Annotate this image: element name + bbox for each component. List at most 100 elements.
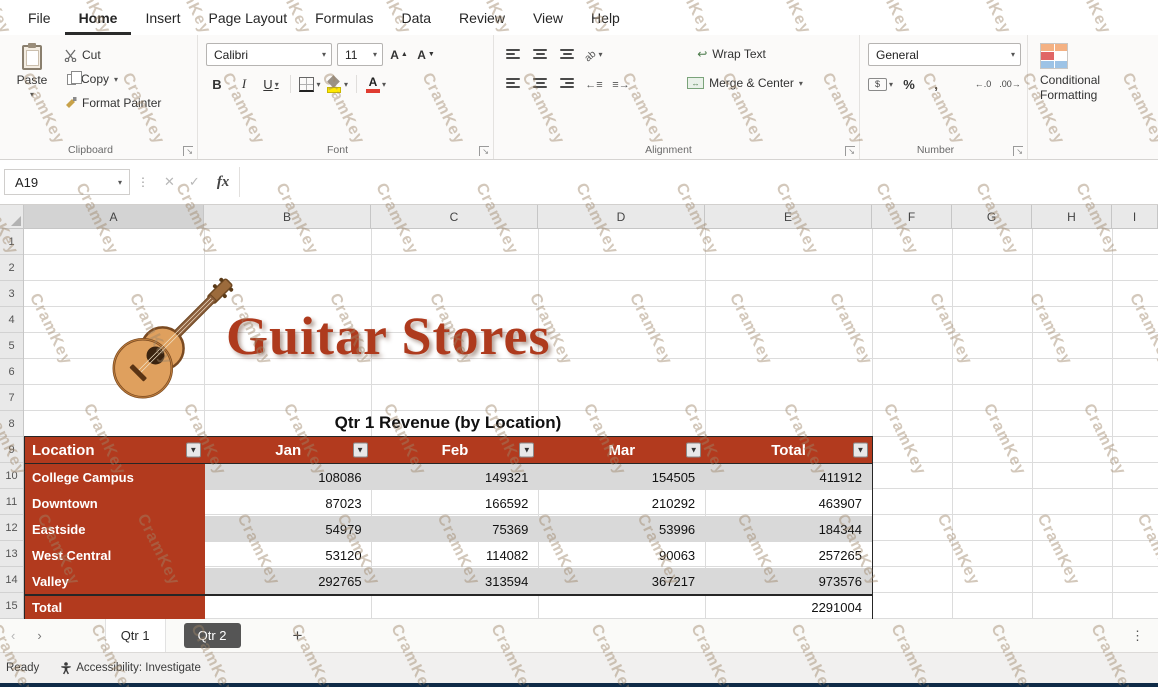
merge-center-button[interactable]: ↔ Merge & Center ▾ xyxy=(687,76,803,90)
cell-location[interactable]: Downtown xyxy=(25,490,205,516)
format-painter-button[interactable]: Format Painter xyxy=(64,93,161,113)
cut-button[interactable]: Cut xyxy=(64,45,161,65)
cell-location[interactable]: Eastside xyxy=(25,516,205,542)
cell-feb[interactable]: 75369 xyxy=(372,516,539,542)
select-all-corner[interactable] xyxy=(0,205,24,229)
row-header-8[interactable]: 8 xyxy=(0,411,23,437)
cell-jan[interactable]: 53120 xyxy=(205,542,372,568)
copy-button[interactable]: Copy ▾ xyxy=(64,69,161,89)
row-header-4[interactable]: 4 xyxy=(0,307,23,333)
cell-jan[interactable] xyxy=(205,596,372,619)
row-header-15[interactable]: 15 xyxy=(0,593,23,619)
cell-mar[interactable]: 210292 xyxy=(538,490,705,516)
header-feb[interactable]: Feb▼ xyxy=(372,437,539,463)
header-jan[interactable]: Jan▼ xyxy=(205,437,372,463)
tab-insert[interactable]: Insert xyxy=(131,0,194,35)
row-header-10[interactable]: 10 xyxy=(0,463,23,489)
formula-input[interactable] xyxy=(239,167,1158,197)
cell-feb[interactable] xyxy=(372,596,539,619)
font-size-combo[interactable]: 11 ▾ xyxy=(337,43,383,66)
underline-button[interactable]: U▾ xyxy=(260,73,282,95)
column-header-e[interactable]: E xyxy=(705,205,872,228)
column-header-d[interactable]: D xyxy=(538,205,705,228)
sheet-tab-qtr1[interactable]: Qtr 1 xyxy=(105,619,166,652)
tab-view[interactable]: View xyxy=(519,0,577,35)
column-header-f[interactable]: F xyxy=(872,205,952,228)
cancel-icon[interactable]: ✕ xyxy=(157,174,182,190)
filter-dropdown-icon[interactable]: ▼ xyxy=(353,443,368,458)
cell-feb[interactable]: 166592 xyxy=(372,490,539,516)
row-header-3[interactable]: 3 xyxy=(0,281,23,307)
cell-mar[interactable] xyxy=(538,596,705,619)
alignment-dialog-launcher[interactable]: ↘ xyxy=(845,146,855,156)
align-left-button[interactable] xyxy=(502,72,524,94)
sheet-tab-qtr2[interactable]: Qtr 2 xyxy=(184,623,241,648)
cell-total[interactable]: 411912 xyxy=(705,464,872,490)
orientation-button[interactable]: ▾ xyxy=(583,43,605,65)
align-right-button[interactable] xyxy=(556,72,578,94)
cell-total[interactable]: 973576 xyxy=(705,568,872,594)
row-header-5[interactable]: 5 xyxy=(0,333,23,359)
cell-location[interactable]: West Central xyxy=(25,542,205,568)
cell-mar[interactable]: 367217 xyxy=(538,568,705,594)
wrap-text-button[interactable]: Wrap Text xyxy=(697,47,766,61)
column-header-g[interactable]: G xyxy=(952,205,1032,228)
row-header-6[interactable]: 6 xyxy=(0,359,23,385)
header-location[interactable]: Location▼ xyxy=(25,437,205,463)
cell-jan[interactable]: 292765 xyxy=(205,568,372,594)
cell-feb[interactable]: 114082 xyxy=(372,542,539,568)
top-align-button[interactable] xyxy=(502,43,524,65)
font-color-button[interactable]: A▾ xyxy=(365,73,387,95)
filter-dropdown-icon[interactable]: ▼ xyxy=(686,443,701,458)
row-header-9[interactable]: 9 xyxy=(0,437,23,463)
conditional-formatting-button[interactable]: Conditional Formatting xyxy=(1040,43,1118,103)
font-name-combo[interactable]: Calibri ▾ xyxy=(206,43,332,66)
column-header-i[interactable]: I xyxy=(1112,205,1158,228)
name-box[interactable]: A19 ▾ xyxy=(4,169,130,195)
cell-location[interactable]: College Campus xyxy=(25,464,205,490)
cell-jan[interactable]: 87023 xyxy=(205,490,372,516)
bottom-align-button[interactable] xyxy=(556,43,578,65)
cell-jan[interactable]: 108086 xyxy=(205,464,372,490)
cell-total[interactable]: 184344 xyxy=(705,516,872,542)
cell-jan[interactable]: 54979 xyxy=(205,516,372,542)
cells-area[interactable]: Guitar Stores Qtr 1 Revenue (by Location… xyxy=(24,229,1158,619)
column-header-a[interactable]: A xyxy=(24,205,204,228)
number-format-combo[interactable]: General ▾ xyxy=(868,43,1021,66)
increase-font-size-button[interactable]: A▲ xyxy=(388,44,410,66)
fill-color-button[interactable]: ▾ xyxy=(326,73,348,95)
tab-help[interactable]: Help xyxy=(577,0,634,35)
cell-feb[interactable]: 313594 xyxy=(372,568,539,594)
cell-mar[interactable]: 154505 xyxy=(538,464,705,490)
cell-mar[interactable]: 53996 xyxy=(538,516,705,542)
row-header-7[interactable]: 7 xyxy=(0,385,23,411)
paste-button[interactable]: Paste ▾ xyxy=(8,43,56,139)
cell-total[interactable]: 463907 xyxy=(705,490,872,516)
increase-decimal-button[interactable] xyxy=(972,73,994,95)
cell-location[interactable]: Valley xyxy=(25,568,205,594)
filter-dropdown-icon[interactable]: ▼ xyxy=(853,443,868,458)
tab-page-layout[interactable]: Page Layout xyxy=(194,0,301,35)
accounting-format-button[interactable]: ▾ xyxy=(868,73,893,95)
tab-home[interactable]: Home xyxy=(65,0,132,35)
percent-style-button[interactable]: % xyxy=(898,73,920,95)
font-dialog-launcher[interactable]: ↘ xyxy=(479,146,489,156)
row-header-11[interactable]: 11 xyxy=(0,489,23,515)
header-mar[interactable]: Mar▼ xyxy=(538,437,705,463)
cell-location[interactable]: Total xyxy=(25,596,205,619)
cell-feb[interactable]: 149321 xyxy=(372,464,539,490)
number-dialog-launcher[interactable]: ↘ xyxy=(1013,146,1023,156)
increase-indent-button[interactable] xyxy=(610,72,632,94)
formula-bar-handle[interactable]: ⋮ xyxy=(130,175,157,189)
bold-button[interactable]: B xyxy=(206,73,228,95)
new-sheet-button[interactable]: + xyxy=(293,626,303,646)
comma-style-button[interactable]: , xyxy=(925,73,947,95)
column-header-b[interactable]: B xyxy=(204,205,371,228)
borders-button[interactable]: ▾ xyxy=(299,73,321,95)
enter-check-icon[interactable]: ✓ xyxy=(182,174,207,190)
align-center-button[interactable] xyxy=(529,72,551,94)
decrease-decimal-button[interactable] xyxy=(999,73,1021,95)
column-header-c[interactable]: C xyxy=(371,205,538,228)
decrease-indent-button[interactable] xyxy=(583,72,605,94)
middle-align-button[interactable] xyxy=(529,43,551,65)
